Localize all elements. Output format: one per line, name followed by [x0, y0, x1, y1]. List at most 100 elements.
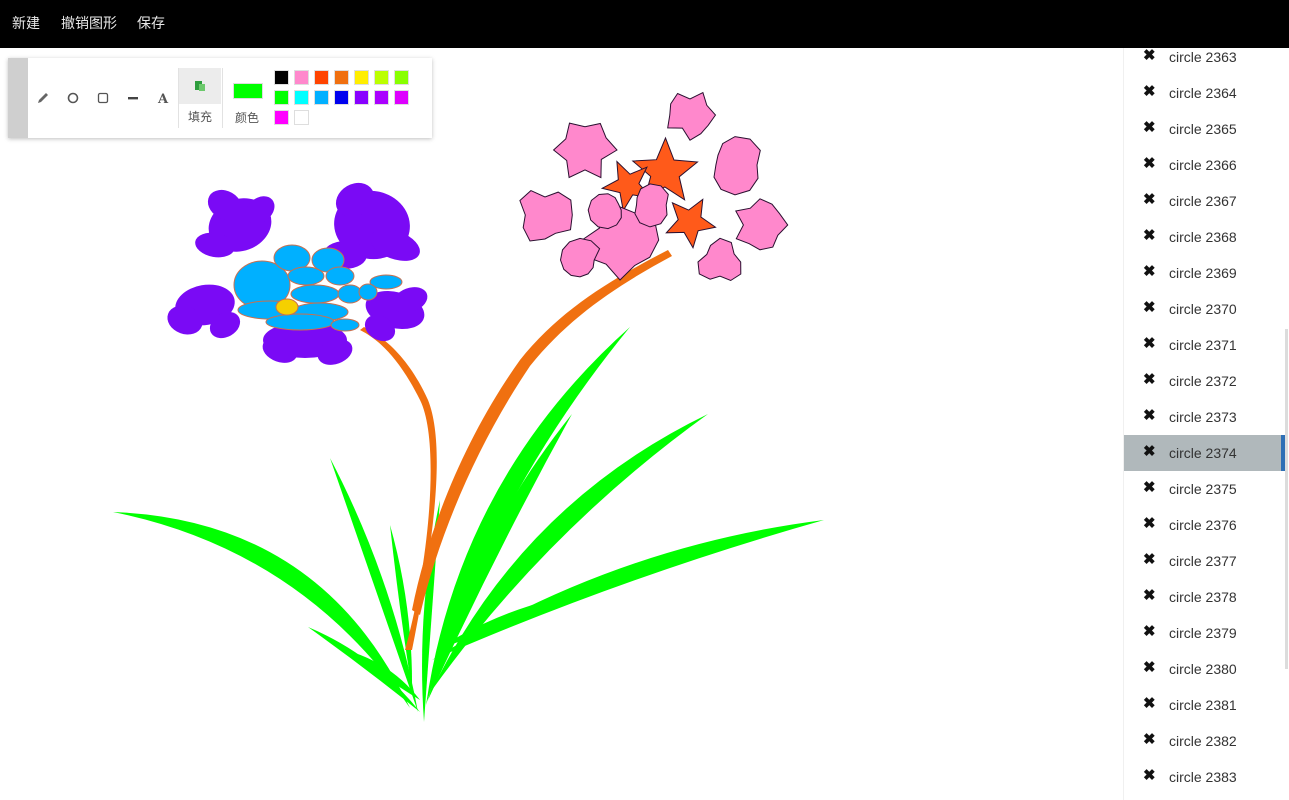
delete-icon[interactable]: ✖	[1143, 191, 1156, 209]
color-swatch[interactable]	[394, 70, 409, 85]
delete-icon[interactable]: ✖	[1143, 83, 1156, 101]
delete-icon[interactable]: ✖	[1143, 371, 1156, 389]
shape-list-item-label: circle 2378	[1169, 589, 1237, 605]
color-swatch[interactable]	[354, 70, 369, 85]
color-label: 颜色	[235, 111, 260, 125]
delete-icon[interactable]: ✖	[1143, 335, 1156, 353]
purple-flower[interactable]	[163, 176, 431, 369]
color-swatch[interactable]	[294, 90, 309, 105]
shape-list-item[interactable]: ✖ circle 2373	[1124, 399, 1284, 435]
top-menu-bar: 新建 撤销图形 保存	[0, 0, 1289, 48]
drawing-canvas[interactable]	[0, 48, 1123, 800]
color-swatch[interactable]	[334, 70, 349, 85]
color-swatch[interactable]	[394, 90, 409, 105]
shape-list-item[interactable]: ✖ circle 2382	[1124, 723, 1284, 759]
drawing-toolbar: A 填充 颜色	[8, 58, 432, 138]
undo-shape-menu-item[interactable]: 撤销图形	[61, 15, 117, 33]
shape-list-item[interactable]: ✖ circle 2367	[1124, 183, 1284, 219]
shape-list-item-label: circle 2373	[1169, 409, 1237, 425]
circle-icon	[67, 92, 79, 104]
pink-petal	[587, 193, 622, 230]
color-swatch[interactable]	[274, 90, 289, 105]
delete-icon[interactable]: ✖	[1143, 551, 1156, 569]
pink-petal	[735, 198, 789, 251]
shape-list-item[interactable]: ✖ circle 2363	[1124, 48, 1284, 75]
text-tool-button[interactable]: A	[151, 86, 175, 110]
delete-icon[interactable]: ✖	[1143, 299, 1156, 317]
color-swatch[interactable]	[274, 110, 289, 125]
shapes-list-scrollbar[interactable]	[1285, 329, 1288, 669]
delete-icon[interactable]: ✖	[1143, 479, 1156, 497]
shape-list-item-label: circle 2370	[1169, 301, 1237, 317]
delete-icon[interactable]: ✖	[1143, 155, 1156, 173]
delete-icon[interactable]: ✖	[1143, 695, 1156, 713]
shape-list-item-label: circle 2365	[1169, 121, 1237, 137]
new-menu-item[interactable]: 新建	[12, 15, 40, 33]
shape-list-item[interactable]: ✖ circle 2365	[1124, 111, 1284, 147]
blue-center-ellipse	[265, 313, 335, 331]
delete-icon[interactable]: ✖	[1143, 48, 1156, 65]
shape-list-item-label: circle 2380	[1169, 661, 1237, 677]
delete-icon[interactable]: ✖	[1143, 587, 1156, 605]
pink-petal	[519, 190, 573, 242]
delete-icon[interactable]: ✖	[1143, 443, 1156, 461]
shape-list-item[interactable]: ✖ circle 2376	[1124, 507, 1284, 543]
shapes-list-panel: ✖ circle 2363 ✖ circle 2364 ✖ circle 2365 ✖ cir…	[1123, 48, 1289, 800]
fill-label: 填充	[188, 110, 213, 124]
rect-tool-button[interactable]	[91, 86, 115, 110]
color-swatch[interactable]	[314, 90, 329, 105]
color-swatch[interactable]	[294, 70, 309, 85]
delete-icon[interactable]: ✖	[1143, 407, 1156, 425]
delete-icon[interactable]: ✖	[1143, 623, 1156, 641]
color-swatch[interactable]	[354, 90, 369, 105]
color-swatch[interactable]	[314, 70, 329, 85]
toolbar-drag-handle[interactable]	[8, 58, 28, 138]
fill-toggle-button[interactable]: 填充	[179, 68, 221, 128]
leaves-group[interactable]	[113, 327, 824, 722]
shape-list-item[interactable]: ✖ circle 2379	[1124, 615, 1284, 651]
shape-list-item[interactable]: ✖ circle 2374	[1124, 435, 1286, 471]
line-tool-button[interactable]	[121, 86, 145, 110]
shape-list-item[interactable]: ✖ circle 2381	[1124, 687, 1284, 723]
shape-list-item[interactable]: ✖ circle 2375	[1124, 471, 1284, 507]
delete-icon[interactable]: ✖	[1143, 263, 1156, 281]
shape-list-item[interactable]: ✖ circle 2371	[1124, 327, 1284, 363]
pink-petal	[552, 122, 618, 179]
delete-icon[interactable]: ✖	[1143, 731, 1156, 749]
shape-list-item-label: circle 2363	[1169, 49, 1237, 65]
delete-icon[interactable]: ✖	[1143, 767, 1156, 785]
current-color-indicator[interactable]	[233, 83, 263, 99]
shape-list-item[interactable]: ✖ circle 2378	[1124, 579, 1284, 615]
delete-icon[interactable]: ✖	[1143, 119, 1156, 137]
shape-list-item[interactable]: ✖ circle 2383	[1124, 759, 1284, 795]
pencil-icon	[38, 93, 48, 103]
shape-list-item[interactable]: ✖ circle 2380	[1124, 651, 1284, 687]
yellow-dot	[275, 298, 299, 316]
shape-list-item[interactable]: ✖ circle 2370	[1124, 291, 1284, 327]
pink-flower[interactable]	[519, 91, 789, 282]
shape-list-item-label: circle 2371	[1169, 337, 1237, 353]
shape-list-item[interactable]: ✖ circle 2368	[1124, 219, 1284, 255]
pink-petal	[713, 136, 761, 196]
shape-list-item[interactable]: ✖ circle 2364	[1124, 75, 1284, 111]
circle-tool-button[interactable]	[61, 86, 85, 110]
color-swatch[interactable]	[334, 90, 349, 105]
color-swatch[interactable]	[374, 70, 389, 85]
delete-icon[interactable]: ✖	[1143, 227, 1156, 245]
shape-list-item-label: circle 2381	[1169, 697, 1237, 713]
shape-list-item[interactable]: ✖ circle 2377	[1124, 543, 1284, 579]
delete-icon[interactable]: ✖	[1143, 659, 1156, 677]
shape-list-item[interactable]: ✖ circle 2366	[1124, 147, 1284, 183]
color-swatch[interactable]	[274, 70, 289, 85]
save-menu-item[interactable]: 保存	[137, 15, 165, 33]
color-swatch[interactable]	[374, 90, 389, 105]
color-swatch[interactable]	[294, 110, 309, 125]
shape-list-item[interactable]: ✖ circle 2369	[1124, 255, 1284, 291]
shape-list-item[interactable]: ✖ circle 2372	[1124, 363, 1284, 399]
blue-center-ellipse	[330, 318, 360, 332]
shape-list-item-label: circle 2379	[1169, 625, 1237, 641]
leaf-blade	[390, 525, 413, 690]
pencil-tool-button[interactable]	[31, 86, 55, 110]
pink-petal	[667, 91, 717, 141]
delete-icon[interactable]: ✖	[1143, 515, 1156, 533]
